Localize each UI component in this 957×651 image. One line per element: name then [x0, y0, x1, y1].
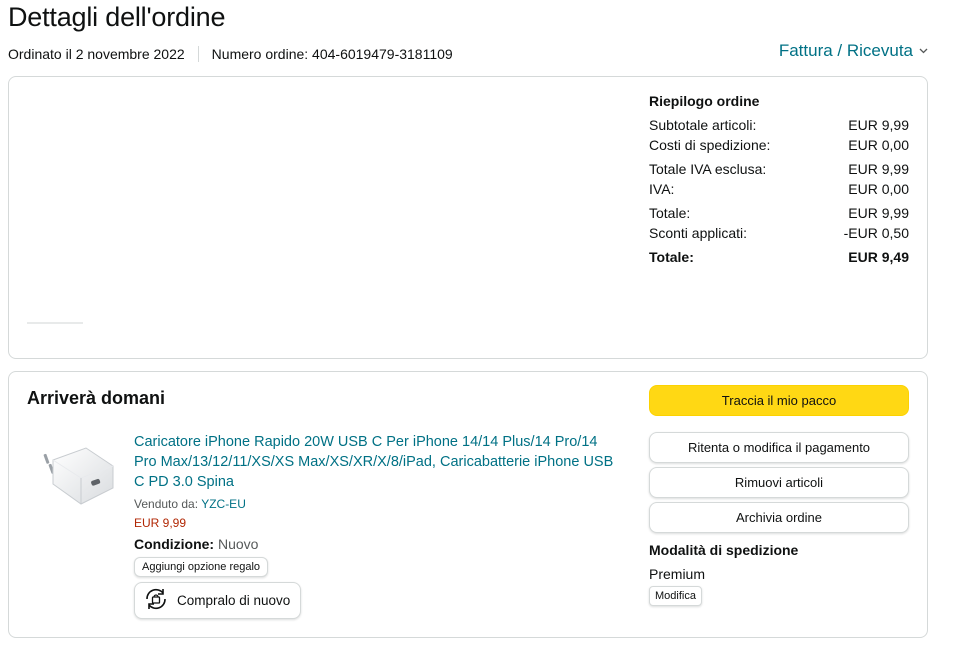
summary-value: EUR 0,00: [848, 181, 909, 197]
invoice-label: Fattura / Ricevuta: [778, 41, 913, 60]
summary-value: EUR 9,99: [848, 117, 909, 133]
buy-again-icon: [143, 588, 169, 613]
seller-link[interactable]: YZC-EU: [201, 497, 246, 511]
order-date: Ordinato il 2 novembre 2022: [8, 46, 185, 62]
summary-value: EUR 9,99: [848, 161, 909, 177]
order-number: Numero ordine: 404-6019479-3181109: [211, 46, 453, 62]
summary-row-vat: IVA: EUR 0,00: [649, 179, 909, 199]
order-meta: Ordinato il 2 novembre 2022 Numero ordin…: [8, 46, 453, 62]
summary-row-total-excl-vat: Totale IVA esclusa: EUR 9,99: [649, 159, 909, 179]
shipment-actions: Traccia il mio pacco Ritenta o modifica …: [649, 385, 909, 606]
product-image[interactable]: [31, 442, 121, 512]
remove-items-button[interactable]: Rimuovi articoli: [649, 467, 909, 498]
invoice-dropdown[interactable]: Fattura / Ricevuta: [779, 41, 928, 61]
summary-label: IVA:: [649, 181, 675, 197]
condition-value: Nuovo: [218, 536, 259, 552]
summary-row-subtotal: Subtotale articoli: EUR 9,99: [649, 115, 909, 135]
sold-by-label: Venduto da:: [134, 497, 199, 511]
summary-row-grand-total: Totale: EUR 9,49: [649, 247, 909, 267]
retry-payment-button[interactable]: Ritenta o modifica il pagamento: [649, 432, 909, 463]
summary-row-shipping: Costi di spedizione: EUR 0,00: [649, 135, 909, 155]
placeholder-divider: [27, 322, 83, 324]
condition-label: Condizione:: [134, 536, 215, 552]
buy-again-label: Compralo di nuovo: [177, 593, 291, 608]
buy-again-button[interactable]: Compralo di nuovo: [134, 582, 302, 619]
summary-label: Totale:: [649, 205, 691, 221]
summary-label: Costi di spedizione:: [649, 137, 771, 153]
order-summary: Riepilogo ordine Subtotale articoli: EUR…: [649, 93, 909, 267]
delivery-status: Arriverà domani: [27, 388, 166, 408]
shipping-method-title: Modalità di spedizione: [649, 542, 799, 558]
summary-value: -EUR 0,50: [843, 225, 909, 241]
summary-label: Sconti applicati:: [649, 225, 748, 241]
summary-value: EUR 9,99: [848, 205, 909, 221]
product-price: EUR 9,99: [134, 516, 187, 530]
edit-shipping-button[interactable]: Modifica: [649, 586, 702, 606]
summary-label: Subtotale articoli:: [649, 117, 757, 133]
sold-by: Venduto da: YZC-EU: [134, 497, 624, 511]
product-info: Caricatore iPhone Rapido 20W USB C Per i…: [134, 432, 624, 619]
summary-value: EUR 0,00: [848, 137, 909, 153]
summary-label: Totale IVA esclusa:: [649, 161, 767, 177]
shipping-method-value: Premium: [649, 566, 706, 582]
shipment-card: Arriverà domani Caricatore iPhone Rapido…: [8, 371, 928, 638]
archive-order-button[interactable]: Archivia ordine: [649, 502, 909, 533]
summary-value: EUR 9,49: [848, 249, 909, 265]
summary-row-discounts: Sconti applicati: -EUR 0,50: [649, 223, 909, 243]
add-gift-option-button[interactable]: Aggiungi opzione regalo: [134, 557, 269, 577]
track-package-button[interactable]: Traccia il mio pacco: [649, 385, 909, 416]
product-title-link[interactable]: Caricatore iPhone Rapido 20W USB C Per i…: [134, 432, 624, 492]
order-summary-card: Riepilogo ordine Subtotale articoli: EUR…: [8, 76, 928, 359]
summary-label: Totale:: [649, 249, 694, 265]
summary-title: Riepilogo ordine: [649, 93, 760, 109]
summary-row-total: Totale: EUR 9,99: [649, 203, 909, 223]
meta-divider: [197, 46, 199, 62]
page-title: Dettagli dell'ordine: [8, 2, 226, 32]
product-condition: Condizione: Nuovo: [134, 536, 624, 552]
chevron-down-icon: [919, 45, 928, 57]
